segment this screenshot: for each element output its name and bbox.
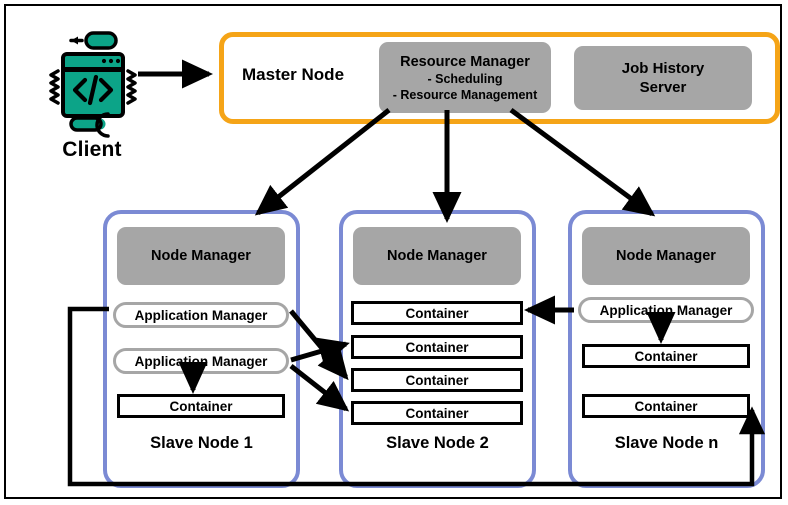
resource-manager-box: Resource Manager - Scheduling - Resource… <box>379 42 551 113</box>
slave-node-1-application-manager-1: Application Manager <box>113 302 289 328</box>
resource-manager-bullet-2: - Resource Management <box>392 88 538 102</box>
slave-node-n-container-1: Container <box>582 344 750 368</box>
client-label: Client <box>62 138 122 161</box>
resource-manager-title: Resource Manager <box>400 54 530 70</box>
slave-node-2-container-2: Container <box>351 335 523 359</box>
slave-node-1-application-manager-2: Application Manager <box>113 348 289 374</box>
slave-node-2-title: Slave Node 2 <box>386 434 489 452</box>
slave-node-1-container-1: Container <box>117 394 285 418</box>
slave-node-n-application-manager-1: Application Manager <box>578 297 754 323</box>
slave-node-2-container-1: Container <box>351 301 523 325</box>
slave-node-2-node-manager: Node Manager <box>353 227 521 285</box>
slave-node-n-container-2: Container <box>582 394 750 418</box>
slave-node-2-container-4: Container <box>351 401 523 425</box>
resource-manager-bullet-1: - Scheduling <box>427 72 503 86</box>
master-node-label: Master Node <box>242 65 345 84</box>
arrow-rm-to-node-manager-n <box>509 107 656 217</box>
slave-node-1-title: Slave Node 1 <box>150 434 253 452</box>
slave-node-n-title: Slave Node n <box>614 434 719 452</box>
yarn-architecture-diagram: Client Master Node Resource Manager - Sc… <box>4 4 782 499</box>
slave-node-1-node-manager: Node Manager <box>117 227 285 285</box>
job-history-server-line-2: Server <box>639 79 687 96</box>
job-history-server-line-1: Job History <box>621 60 705 77</box>
slave-node-2-container-3: Container <box>351 368 523 392</box>
client-code-window-icon <box>38 26 148 138</box>
arrow-rm-to-node-manager-1 <box>254 108 391 216</box>
job-history-server-box: Job History Server <box>574 46 752 110</box>
slave-node-n-node-manager: Node Manager <box>582 227 750 285</box>
